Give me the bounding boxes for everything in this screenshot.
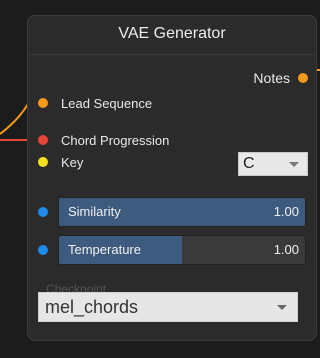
- blue-port-icon[interactable]: [38, 207, 48, 217]
- node-title[interactable]: VAE Generator: [28, 16, 316, 55]
- input-label: Key: [61, 154, 84, 170]
- orange-port-icon[interactable]: [298, 73, 308, 83]
- slider-label: Temperature: [68, 242, 141, 257]
- slider-value: 1.00: [273, 204, 299, 219]
- key-select[interactable]: C: [238, 152, 308, 176]
- slider-value: 1.00: [273, 242, 299, 257]
- output-notes: Notes: [253, 70, 308, 86]
- slider-label: Similarity: [68, 204, 121, 219]
- orange-port-icon[interactable]: [38, 98, 48, 108]
- yellow-port-icon[interactable]: [38, 157, 48, 167]
- key-select-value: C: [243, 155, 255, 172]
- output-label: Notes: [253, 70, 290, 86]
- vae-generator-node[interactable]: VAE Generator Notes Lead Sequence Chord …: [27, 15, 317, 341]
- graph-canvas[interactable]: VAE Generator Notes Lead Sequence Chord …: [0, 0, 320, 358]
- chevron-down-icon: [277, 305, 287, 310]
- red-port-icon[interactable]: [38, 135, 48, 145]
- input-label: Lead Sequence: [61, 95, 153, 111]
- wire-lead-sequence: [0, 103, 29, 135]
- similarity-slider[interactable]: Similarity 1.00: [58, 197, 306, 227]
- chevron-down-icon: [289, 162, 299, 167]
- checkpoint-select[interactable]: mel_chords: [38, 292, 298, 322]
- input-lead-sequence: Lead Sequence: [38, 94, 152, 112]
- input-label: Chord Progression: [61, 132, 170, 148]
- input-key: Key: [38, 153, 83, 171]
- checkpoint-value: mel_chords: [45, 297, 139, 317]
- temperature-slider[interactable]: Temperature 1.00: [58, 235, 306, 265]
- input-chord-progression: Chord Progression: [38, 131, 169, 149]
- blue-port-icon[interactable]: [38, 245, 48, 255]
